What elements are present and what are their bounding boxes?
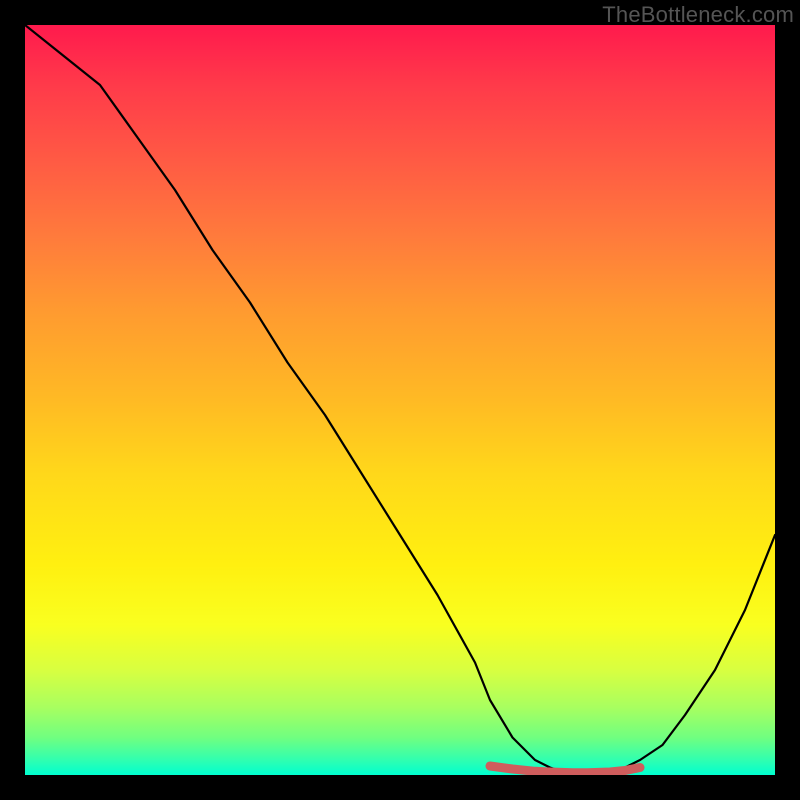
gradient-background (25, 25, 775, 775)
watermark-text: TheBottleneck.com (602, 2, 794, 28)
chart-frame (25, 25, 775, 775)
